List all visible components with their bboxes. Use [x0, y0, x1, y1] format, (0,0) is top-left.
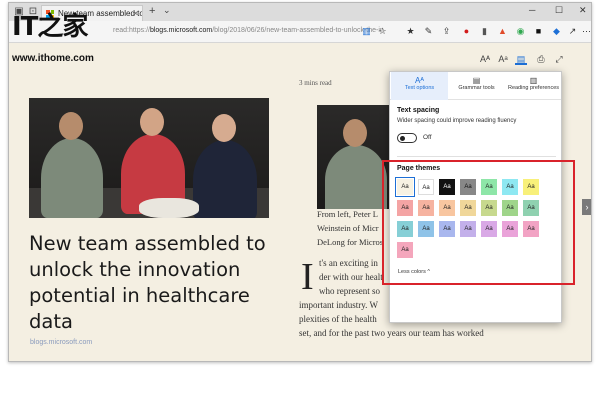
extension-green-icon[interactable]: ◉ — [515, 26, 526, 37]
pen-icon[interactable]: ✎ — [423, 26, 434, 37]
learning-tools-icon[interactable]: ▤ — [515, 53, 527, 65]
extension-blue-icon[interactable]: ◆ — [551, 26, 562, 37]
grammar-tools-icon: ▤ — [472, 76, 481, 85]
caption-line: DeLong for Micros — [317, 237, 384, 247]
close-window-button[interactable]: ✕ — [579, 5, 587, 16]
address-field[interactable]: read:https://blogs.microsoft.com/blog/20… — [113, 27, 384, 34]
tab-label: Text options — [404, 85, 435, 91]
tab-label: Reading preferences — [507, 85, 560, 91]
photo-caption: From left, Peter L Weinstein of Micr DeL… — [317, 207, 391, 249]
divider — [397, 156, 556, 157]
extension-red-icon[interactable]: ▲ — [497, 26, 508, 37]
browser-window: ▣ ⊡ New team assembled to × + ⌄ ─ ☐ ✕ re… — [8, 2, 592, 362]
tab-reading-preferences[interactable]: ▥ Reading preferences — [505, 72, 562, 100]
tab-close-icon[interactable]: × — [133, 6, 138, 21]
more-menu-icon[interactable]: ⋯ — [581, 26, 591, 37]
print-icon[interactable]: ⎙ — [535, 53, 547, 65]
panel-tabs: Aᴬ Text options ▤ Grammar tools ▥ Readin… — [390, 72, 561, 100]
page-indicator — [287, 354, 315, 361]
share-out-icon[interactable]: ↗ — [567, 26, 578, 37]
tab-grammar-tools[interactable]: ▤ Grammar tools — [448, 72, 505, 100]
caption-line: Weinstein of Micr — [317, 223, 379, 233]
read-time: 3 mins read — [299, 79, 332, 87]
highlight-box — [382, 160, 575, 285]
caption-line: From left, Peter L — [317, 209, 378, 219]
share-icon[interactable]: ⇪ — [441, 26, 452, 37]
read-aloud-icon[interactable]: Aᵃ — [497, 53, 509, 65]
tab-list-chevron-icon[interactable]: ⌄ — [163, 5, 171, 16]
article-source[interactable]: blogs.microsoft.com — [30, 339, 92, 346]
lock-extension-icon[interactable]: ▮ — [479, 26, 490, 37]
favorite-star-icon[interactable]: ☆ — [377, 26, 388, 37]
url-prefix: read:https:// — [113, 27, 150, 34]
next-page-button[interactable]: › — [582, 199, 591, 215]
amazon-extension-icon[interactable]: ■ — [533, 26, 544, 37]
favorites-icon[interactable]: ★ — [405, 26, 416, 37]
minimize-button[interactable]: ─ — [529, 5, 535, 15]
tab-label: Grammar tools — [458, 85, 495, 91]
text-spacing-toggle[interactable] — [397, 133, 417, 143]
body-line: set, and for the past two years our team… — [299, 328, 484, 338]
ithome-logo-text: IT之家 — [12, 12, 88, 42]
reading-preferences-icon: ▥ — [529, 76, 538, 85]
url-path: /blog/2018/06/26/new-team-assembled-to-u… — [212, 27, 384, 34]
fullscreen-icon[interactable]: ⤢ — [553, 53, 565, 65]
ithome-url: www.ithome.com — [12, 53, 94, 64]
tab-text-options[interactable]: Aᴬ Text options — [391, 72, 448, 100]
url-host: blogs.microsoft.com — [149, 27, 213, 34]
reader-toolbar: Aᴬ Aᵃ ▤ ⎙ ⤢ — [393, 49, 571, 69]
toggle-state-label: Off — [423, 134, 432, 141]
hero-image — [29, 98, 269, 218]
article-title: New team assembled to unlock the innovat… — [29, 232, 266, 333]
maximize-button[interactable]: ☐ — [555, 5, 563, 16]
toggle-knob — [400, 136, 405, 141]
text-options-icon: Aᴬ — [415, 76, 424, 85]
text-size-icon[interactable]: Aᴬ — [479, 53, 491, 65]
reading-view-icon[interactable]: ▥ — [361, 26, 372, 37]
ithome-logo: IT之家 — [12, 6, 104, 42]
adblock-extension-icon[interactable]: ● — [461, 26, 472, 37]
new-tab-button[interactable]: + — [149, 5, 155, 17]
text-spacing-heading: Text spacing — [397, 107, 440, 114]
text-spacing-description: Wider spacing could improve reading flue… — [397, 118, 517, 124]
